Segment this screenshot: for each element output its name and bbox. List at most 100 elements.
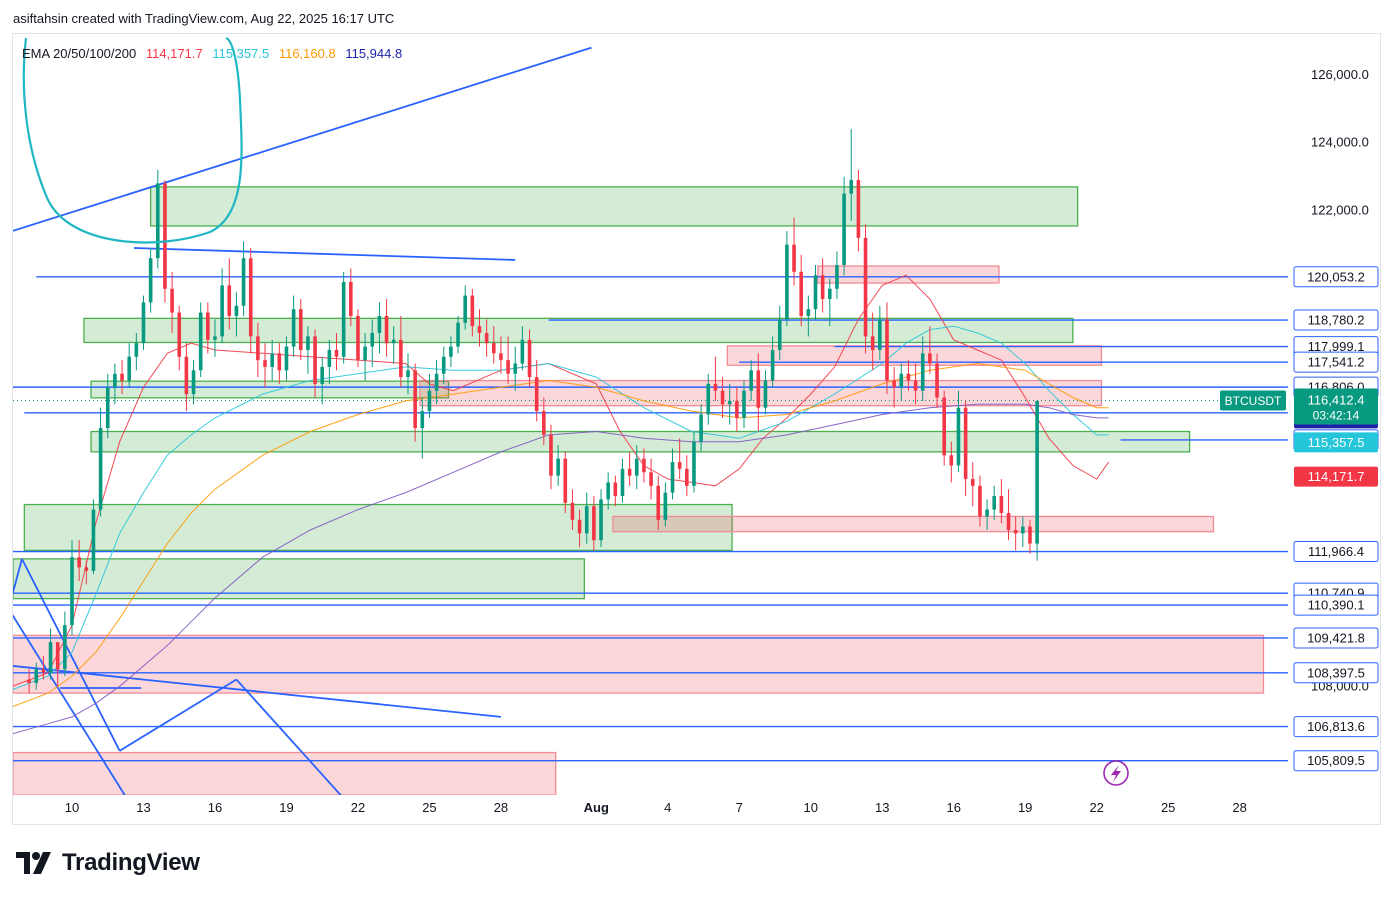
candle-body [534,377,539,412]
candle-body [499,353,503,361]
candle[interactable] [341,271,346,364]
demand-zone-1[interactable] [83,317,1074,344]
candle[interactable] [642,448,646,483]
candle[interactable] [627,451,632,486]
candle[interactable] [298,298,303,361]
candle[interactable] [613,475,618,507]
candle-body [649,472,653,486]
indicator-legend[interactable]: EMA 20/50/100/200 114,171.7 115,357.5 11… [22,46,408,61]
candle[interactable] [785,231,789,327]
candle[interactable] [63,611,67,677]
candle[interactable] [1006,489,1011,541]
level-price-tag[interactable]: 106,813.6 [1293,716,1379,738]
candle[interactable] [356,309,360,367]
trendline-1[interactable] [133,247,516,261]
candle-body [284,346,289,371]
candle[interactable] [863,224,868,354]
candle[interactable] [813,265,818,320]
candle[interactable] [563,451,568,514]
candle[interactable] [620,458,625,503]
candle[interactable] [198,302,203,378]
demand-zone-0[interactable] [149,186,1079,227]
candle[interactable] [992,485,997,520]
candle[interactable] [206,302,210,354]
candle-body [141,302,146,344]
candle-body [155,183,160,259]
candle-body [970,479,975,486]
candle[interactable] [98,407,103,517]
candle[interactable] [277,343,282,384]
level-price-tag[interactable]: 117,541.2 [1293,351,1379,373]
level-price-tag-text: 110,390.1 [1308,598,1365,613]
candle[interactable] [506,336,510,384]
level-price-tag[interactable]: 111,966.4 [1293,541,1379,563]
supply-zone-10[interactable] [13,634,1265,694]
supply-zone-11[interactable] [13,751,557,795]
candle[interactable] [270,339,274,381]
candle[interactable] [670,448,675,500]
candle[interactable] [799,254,803,327]
candle-body [656,485,661,520]
level-price-tag[interactable]: 109,421.8 [1293,627,1379,649]
candle[interactable] [970,462,975,507]
candle[interactable] [599,489,603,547]
candle[interactable] [177,305,182,371]
candle[interactable] [885,302,889,395]
level-price-tag[interactable]: 118,780.2 [1293,309,1379,331]
level-price-tag[interactable]: 105,809.5 [1293,750,1379,772]
level-price-tag[interactable]: 120,053.2 [1293,266,1379,288]
candle[interactable] [856,169,861,252]
candle-body [506,360,510,374]
candle[interactable] [763,370,768,415]
supply-zone-6[interactable] [817,265,1000,284]
symbol-badge[interactable]: BTCUSDT [1220,390,1286,411]
level-price-tag-text: 117,541.2 [1308,355,1365,370]
candle[interactable] [384,298,389,357]
supply-zone-9[interactable] [612,515,1215,533]
level-price-tag[interactable]: 108,397.5 [1293,662,1379,684]
level-price-tag[interactable]: 110,390.1 [1293,594,1379,616]
candle[interactable] [649,458,653,500]
candle[interactable] [291,295,296,357]
candle-body [98,428,103,510]
ema-price-tag[interactable]: 114,171.7 [1294,466,1378,487]
candle[interactable] [155,169,160,269]
candle-body [105,387,110,429]
candle[interactable] [963,400,968,497]
demand-zone-3[interactable] [90,430,1191,453]
candle[interactable] [685,455,689,497]
candle-body [170,288,174,313]
x-tick-label: 25 [422,800,436,815]
demand-zone-2[interactable] [90,380,450,399]
candle-body [820,275,825,299]
y-tick-label: 126,000.0 [1311,67,1369,82]
candle[interactable] [413,363,417,442]
ema-price-tag[interactable]: 115,357.5 [1294,432,1378,453]
candle[interactable] [70,540,74,636]
candle[interactable] [770,336,775,388]
candle[interactable] [1035,400,1039,561]
legend-ema100-value: 116,160.8 [278,46,336,61]
y-tick-label: 124,000.0 [1311,135,1369,150]
lightning-icon[interactable] [1103,760,1129,786]
candle[interactable] [220,268,224,344]
candle[interactable] [835,251,839,299]
candle[interactable] [441,346,446,384]
price-chart[interactable]: 126,000.0124,000.0122,000.0108,000.0 10 1… [0,0,1392,900]
candle-body [1035,400,1039,544]
candle-body [470,295,475,327]
candle[interactable] [241,241,246,316]
candle[interactable] [377,302,382,354]
candle-body [41,669,46,673]
candle[interactable] [91,499,96,575]
tradingview-logo[interactable]: TradingView [16,849,200,877]
candle-body [55,642,60,670]
candle[interactable] [148,248,153,313]
level-price-tag-text: 120,053.2 [1307,269,1365,284]
candle[interactable] [942,390,946,466]
candle[interactable] [792,217,796,286]
candle-body [670,462,675,493]
candle-body [892,380,896,388]
candle[interactable] [141,295,146,350]
current-price-tag[interactable]: 116,412.403:42:14 [1294,388,1378,425]
